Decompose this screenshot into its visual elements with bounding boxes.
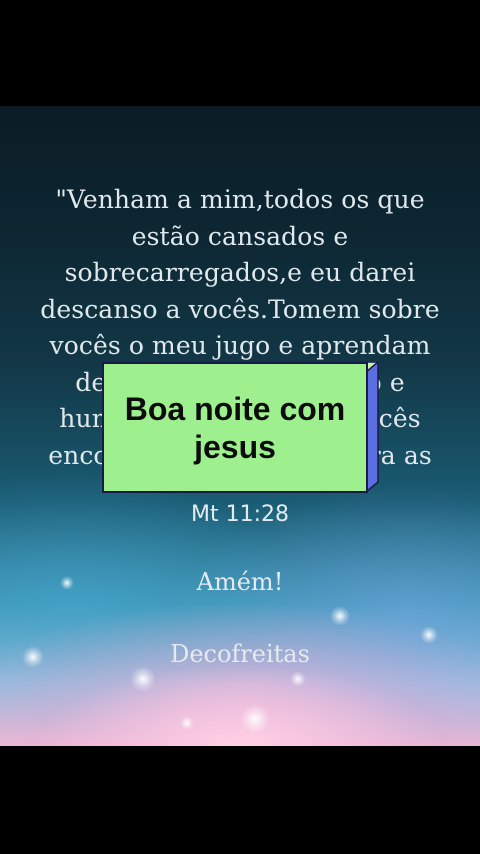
sparkle [240,704,270,734]
sparkle [130,666,156,692]
verse-line: descanso a vocês.Tomem sobre [40,294,440,324]
author-signature: Decofreitas [170,640,310,668]
amen-text: Amém! [196,568,284,596]
verse-line: estão cansados e [131,221,349,251]
overlay-caption-box: Boa noite com jesus [102,362,368,493]
sparkle [290,671,306,687]
overlay-caption-line: jesus [194,428,276,465]
overlay-caption-line: Boa noite com [124,390,346,427]
sparkle [330,606,350,626]
verse-line: sobrecarregados,e eu darei [64,258,416,287]
label-box-side-face [366,362,379,493]
verse-line: "Venham a mim,todos os que [55,185,425,214]
verse-line: vocês o meu jugo e aprendam [49,331,431,360]
verse-reference: Mt 11:28 [190,502,289,527]
sparkle [180,716,194,730]
